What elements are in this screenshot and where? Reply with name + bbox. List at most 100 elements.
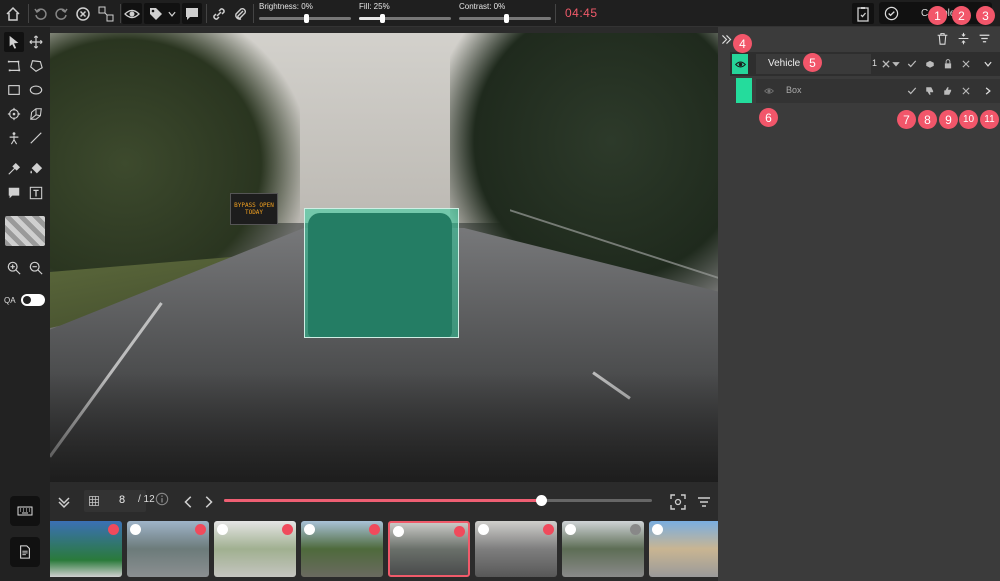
callout-badge-10: 10 bbox=[959, 110, 978, 129]
thumbnail[interactable] bbox=[127, 521, 209, 577]
vehicle-bounding-box[interactable] bbox=[304, 208, 459, 338]
ellipse-tool-icon[interactable] bbox=[26, 80, 46, 100]
info-icon bbox=[478, 524, 489, 535]
collapse-filmstrip-icon[interactable] bbox=[56, 491, 72, 512]
comment-icon[interactable] bbox=[182, 3, 202, 24]
eye-icon[interactable] bbox=[762, 84, 776, 98]
info-icon bbox=[652, 524, 663, 535]
visibility-toggle[interactable] bbox=[732, 54, 748, 74]
cuboid-tool-icon[interactable] bbox=[26, 104, 46, 124]
check-icon[interactable] bbox=[905, 57, 919, 71]
status-icon bbox=[282, 524, 293, 535]
filmstrip bbox=[50, 521, 718, 577]
delete-shape-icon[interactable] bbox=[959, 84, 973, 98]
eye-icon[interactable] bbox=[122, 3, 142, 24]
task-clipboard-icon[interactable] bbox=[852, 3, 874, 24]
collapse-all-icon[interactable] bbox=[955, 30, 971, 46]
move-tool-icon[interactable] bbox=[26, 32, 46, 52]
slider-knob[interactable] bbox=[304, 14, 309, 23]
thumbnail[interactable] bbox=[649, 521, 718, 577]
filter-icon[interactable] bbox=[976, 30, 992, 46]
thumbnail-current[interactable] bbox=[388, 521, 470, 577]
left-toolbar: QA bbox=[0, 27, 50, 581]
slider-knob[interactable] bbox=[504, 14, 509, 23]
qa-toggle[interactable] bbox=[21, 294, 45, 306]
thumbs-down-icon[interactable] bbox=[923, 84, 937, 98]
slider-track bbox=[259, 14, 351, 23]
document-icon bbox=[20, 545, 30, 559]
select-tool-icon[interactable] bbox=[4, 32, 24, 52]
callout-badge-11: 11 bbox=[980, 110, 999, 129]
class-color-swatch bbox=[736, 78, 752, 103]
comment-tool-icon[interactable] bbox=[4, 183, 24, 203]
shape-label: Box bbox=[786, 85, 802, 95]
chevron-down-icon[interactable] bbox=[889, 57, 903, 71]
skeleton-tool-icon[interactable] bbox=[4, 128, 24, 148]
undo-icon[interactable] bbox=[32, 3, 50, 24]
home-icon[interactable] bbox=[3, 3, 23, 24]
objects-panel: Vehicle 1 Box bbox=[718, 27, 1000, 581]
chevron-right-icon[interactable] bbox=[981, 84, 995, 98]
reset-icon[interactable] bbox=[73, 3, 93, 24]
rectangle-tool-icon[interactable] bbox=[4, 80, 24, 100]
next-frame-icon[interactable] bbox=[201, 491, 215, 512]
thumbs-up-icon[interactable] bbox=[941, 84, 955, 98]
polyline-tool-icon[interactable] bbox=[4, 56, 24, 76]
instructions-button[interactable] bbox=[10, 537, 40, 567]
fit-to-screen-icon[interactable] bbox=[670, 491, 686, 512]
fill-tool-icon[interactable] bbox=[26, 159, 46, 179]
lock-icon[interactable] bbox=[941, 57, 955, 71]
trash-icon[interactable] bbox=[934, 30, 950, 46]
shape-row-box[interactable]: Box bbox=[756, 79, 1000, 103]
slider-knob[interactable] bbox=[380, 14, 385, 23]
info-icon bbox=[130, 524, 141, 535]
thumbnail[interactable] bbox=[562, 521, 644, 577]
canvas-shade bbox=[50, 373, 718, 482]
status-icon bbox=[543, 524, 554, 535]
info-icon[interactable] bbox=[155, 492, 169, 506]
zoom-out-icon[interactable] bbox=[26, 258, 46, 278]
point-tool-icon[interactable] bbox=[4, 104, 24, 124]
eyedropper-tool-icon[interactable] bbox=[4, 159, 24, 179]
fill-slider[interactable]: Fill: 25% bbox=[359, 2, 451, 25]
keyboard-shortcuts-button[interactable] bbox=[10, 496, 40, 526]
previous-frame-icon[interactable] bbox=[182, 491, 196, 512]
zoom-in-icon[interactable] bbox=[4, 258, 24, 278]
page-input[interactable]: 8 bbox=[84, 490, 146, 512]
status-icon bbox=[630, 524, 641, 535]
info-icon bbox=[393, 526, 404, 537]
image-canvas[interactable]: BYPASS OPEN TODAY bbox=[50, 33, 718, 482]
thumbnail[interactable] bbox=[301, 521, 383, 577]
progress-knob[interactable] bbox=[535, 495, 547, 506]
callout-badge-9: 9 bbox=[939, 110, 958, 129]
polygon-tool-icon[interactable] bbox=[26, 56, 46, 76]
object-row-vehicle[interactable]: Vehicle 1 bbox=[730, 52, 1000, 76]
occluded-icon[interactable] bbox=[923, 57, 937, 71]
delete-object-icon[interactable] bbox=[959, 57, 973, 71]
brightness-slider[interactable]: Brightness: 0% bbox=[259, 2, 351, 25]
chevron-down-icon bbox=[167, 11, 176, 17]
line-tool-icon[interactable] bbox=[26, 128, 46, 148]
status-icon bbox=[195, 524, 206, 535]
link-icon[interactable] bbox=[209, 3, 229, 24]
attachment-icon[interactable] bbox=[230, 3, 250, 24]
link-shapes-icon[interactable] bbox=[96, 3, 116, 24]
thumbnail[interactable] bbox=[50, 521, 122, 577]
total-pages: / 12 bbox=[138, 494, 155, 505]
thumbnail[interactable] bbox=[475, 521, 557, 577]
tag-icon bbox=[149, 7, 162, 20]
chevron-down-icon[interactable] bbox=[981, 57, 995, 71]
redo-icon[interactable] bbox=[52, 3, 70, 24]
slider-track bbox=[459, 14, 551, 23]
status-icon bbox=[108, 524, 119, 535]
frame-progress-slider[interactable] bbox=[224, 495, 652, 506]
expand-panel-icon[interactable] bbox=[718, 31, 734, 47]
pattern-swatch[interactable] bbox=[5, 216, 45, 246]
check-icon[interactable] bbox=[905, 84, 919, 98]
contrast-slider[interactable]: Contrast: 0% bbox=[459, 2, 551, 25]
filter-icon[interactable] bbox=[696, 491, 712, 512]
tag-dropdown[interactable] bbox=[144, 3, 180, 24]
brightness-label: Brightness: 0% bbox=[259, 2, 313, 11]
thumbnail[interactable] bbox=[214, 521, 296, 577]
text-tool-icon[interactable] bbox=[26, 183, 46, 203]
